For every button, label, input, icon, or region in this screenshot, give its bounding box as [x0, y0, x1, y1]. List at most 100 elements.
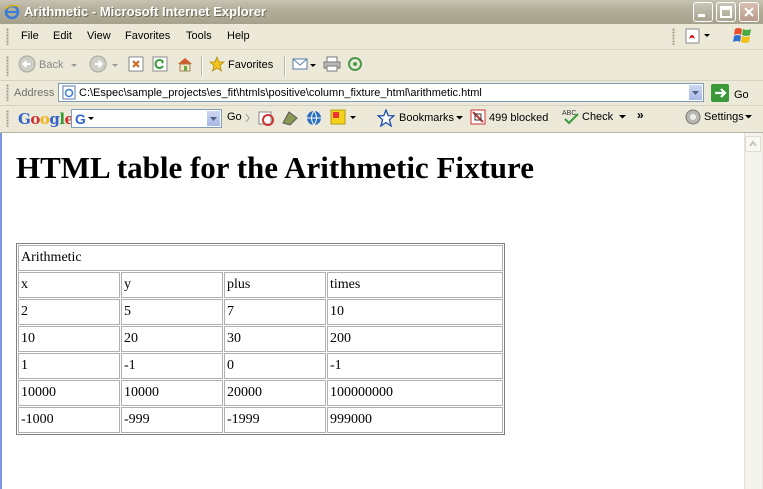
table-cell: 10000: [18, 380, 120, 406]
table-cell: -1: [327, 353, 503, 379]
toolbar-grip[interactable]: [6, 110, 9, 127]
home-icon: [176, 56, 194, 75]
pagerank-globe-icon[interactable]: [305, 109, 323, 127]
chevron-down-icon[interactable]: [310, 59, 316, 71]
ie-icon: [4, 4, 20, 20]
spellcheck-button[interactable]: ABC Check: [562, 108, 629, 126]
table-cell: -1999: [224, 407, 326, 433]
favorites-label: Favorites: [228, 59, 274, 71]
table-cell: -1: [121, 353, 223, 379]
table-cell: 0: [224, 353, 326, 379]
windows-logo: [733, 26, 753, 46]
printer-icon: [323, 56, 341, 75]
mail-button[interactable]: [292, 54, 316, 76]
table-cell: 30: [224, 326, 326, 352]
svg-text:ABC: ABC: [562, 110, 576, 117]
menu-favorites[interactable]: Favorites: [125, 30, 170, 42]
back-button[interactable]: Back: [18, 54, 78, 76]
stop-button[interactable]: [128, 54, 144, 76]
stop-icon: [128, 56, 144, 75]
close-button[interactable]: [739, 2, 759, 22]
check-label: Check: [582, 111, 614, 123]
title-bar: Arithmetic - Microsoft Internet Explorer: [0, 0, 763, 24]
google-search-site-icon[interactable]: [257, 109, 275, 127]
google-search-dropdown[interactable]: [206, 110, 221, 127]
address-dropdown-button[interactable]: [688, 84, 703, 101]
bookmarks-label: Bookmarks: [399, 112, 455, 124]
acrobat-icon[interactable]: [685, 28, 711, 47]
more-chevrons-icon[interactable]: »: [637, 108, 644, 122]
back-label: Back: [39, 59, 64, 71]
refresh-button[interactable]: [152, 54, 168, 76]
vertical-scrollbar[interactable]: [744, 133, 762, 489]
standard-toolbar: Back Favorites: [0, 50, 763, 81]
favorites-button[interactable]: Favorites: [208, 54, 274, 76]
table-cell: 2: [18, 299, 120, 325]
table-cell: 1: [18, 353, 120, 379]
google-logo[interactable]: Google: [18, 110, 74, 128]
go-label: Go: [734, 88, 749, 101]
bookmarks-button[interactable]: Bookmarks: [377, 109, 464, 127]
forward-button[interactable]: [89, 54, 118, 76]
toolbar-separator: [201, 56, 203, 76]
table-header-row: x y plus times: [18, 272, 503, 298]
scroll-up-button[interactable]: [745, 136, 761, 152]
toolbar-grip[interactable]: [6, 56, 9, 76]
arithmetic-table: Arithmetic x y plus times 2 5 7 10 10 20 30 200 1 -1 0-…: [16, 243, 505, 435]
svg-text:G: G: [75, 111, 86, 126]
print-button[interactable]: [323, 54, 341, 76]
minimize-button[interactable]: [693, 2, 713, 22]
home-button[interactable]: [176, 54, 194, 76]
menu-help[interactable]: Help: [227, 30, 250, 42]
google-g-icon: G: [74, 111, 96, 129]
go-arrow-icon: [711, 84, 729, 105]
table-title-cell: Arithmetic: [18, 245, 503, 271]
toolbar-divider-dots: [244, 112, 254, 124]
google-news-icon[interactable]: [281, 109, 299, 127]
table-title-row: Arithmetic: [18, 245, 503, 271]
table-row: 10000 10000 20000 100000000: [18, 380, 503, 406]
chevron-down-icon[interactable]: [112, 59, 118, 71]
highlight-icon[interactable]: [330, 109, 358, 127]
address-label: Address: [14, 87, 55, 99]
column-header: plus: [224, 272, 326, 298]
go-button[interactable]: Go: [711, 84, 749, 105]
menu-file[interactable]: File: [21, 30, 39, 42]
google-go-button[interactable]: Go: [227, 111, 242, 123]
settings-label: Settings: [704, 111, 744, 123]
menu-edit[interactable]: Edit: [53, 30, 72, 42]
google-logo-text: Google: [18, 110, 74, 128]
table-cell: 10: [327, 299, 503, 325]
google-search-input[interactable]: G: [71, 109, 222, 128]
column-header: times: [327, 272, 503, 298]
popup-blocker-button[interactable]: 499 blocked: [470, 109, 548, 126]
page-heading: HTML table for the Arithmetic Fixture: [16, 150, 535, 185]
table-row: 10 20 30 200: [18, 326, 503, 352]
table-row: -1000 -999 -1999 999000: [18, 407, 503, 433]
menu-tools[interactable]: Tools: [186, 30, 212, 42]
forward-arrow-icon: [89, 55, 107, 76]
table-row: 2 5 7 10: [18, 299, 503, 325]
page-icon: [61, 85, 77, 103]
column-header: y: [121, 272, 223, 298]
menu-bar: File Edit View Favorites Tools Help: [0, 24, 763, 50]
address-input[interactable]: C:\Espec\sample_projects\es_fit\htmls\po…: [58, 83, 704, 102]
maximize-button[interactable]: [716, 2, 736, 22]
table-row: 1 -1 0 -1: [18, 353, 503, 379]
table-cell: 20: [121, 326, 223, 352]
toolbar-grip[interactable]: [6, 28, 9, 45]
page-content: HTML table for the Arithmetic Fixture Ar…: [0, 133, 744, 489]
settings-button[interactable]: Settings: [685, 109, 753, 125]
menu-view[interactable]: View: [87, 30, 111, 42]
window-title: Arithmetic - Microsoft Internet Explorer: [24, 4, 266, 19]
mail-icon: [292, 57, 310, 74]
star-icon: [208, 55, 226, 75]
address-bar: Address C:\Espec\sample_projects\es_fit\…: [0, 81, 763, 106]
messenger-button[interactable]: [347, 54, 363, 76]
table-cell: 100000000: [327, 380, 503, 406]
table-cell: 20000: [224, 380, 326, 406]
toolbar-grip[interactable]: [672, 28, 675, 45]
toolbar-grip[interactable]: [6, 84, 9, 101]
table-cell: 999000: [327, 407, 503, 433]
chevron-down-icon[interactable]: [71, 59, 78, 71]
